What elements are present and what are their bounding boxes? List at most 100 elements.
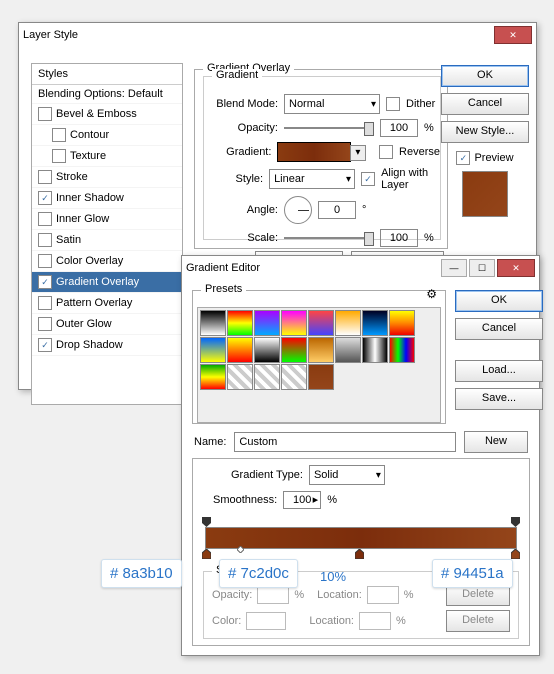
checkbox[interactable] xyxy=(38,212,52,226)
list-item[interactable]: Bevel & Emboss xyxy=(32,104,182,125)
list-item[interactable]: ✓Inner Shadow xyxy=(32,188,182,209)
checkbox[interactable] xyxy=(38,170,52,184)
preset-swatch[interactable] xyxy=(254,337,280,363)
angle-dial[interactable] xyxy=(284,196,312,224)
preset-swatch[interactable] xyxy=(389,337,415,363)
preset-swatch[interactable] xyxy=(362,310,388,336)
gradient-type-select[interactable]: Solid xyxy=(309,465,385,485)
preset-swatch[interactable] xyxy=(254,310,280,336)
angle-input[interactable]: 0 xyxy=(318,201,356,219)
align-checkbox[interactable]: ✓ xyxy=(361,172,375,186)
gradient-inner-group: Gradient Blend Mode: Normal Dither Opaci… xyxy=(203,76,441,240)
opacity-input[interactable]: 100 xyxy=(380,119,418,137)
annotation-color-2: # 7c2d0c xyxy=(219,559,298,588)
preset-swatch[interactable] xyxy=(308,364,334,390)
scale-input[interactable]: 100 xyxy=(380,229,418,247)
list-item[interactable]: ✓Drop Shadow xyxy=(32,335,182,356)
preset-swatch[interactable] xyxy=(200,310,226,336)
close-icon[interactable]: ✕ xyxy=(494,26,532,44)
save-button[interactable]: Save... xyxy=(455,388,543,410)
stop-color-swatch[interactable] xyxy=(246,612,286,630)
scale-slider[interactable] xyxy=(284,230,374,246)
preview-checkbox[interactable]: ✓ xyxy=(456,151,470,165)
list-item[interactable]: Inner Glow xyxy=(32,209,182,230)
stop-location-input[interactable] xyxy=(367,586,399,604)
preset-swatch[interactable] xyxy=(389,310,415,336)
dither-label: Dither xyxy=(406,98,435,110)
preset-swatch[interactable] xyxy=(281,364,307,390)
list-item[interactable]: Stroke xyxy=(32,167,182,188)
checkbox[interactable] xyxy=(52,149,66,163)
list-item[interactable]: Texture xyxy=(32,146,182,167)
checkbox[interactable] xyxy=(52,128,66,142)
opacity-stop-icon[interactable] xyxy=(511,517,520,527)
preset-swatch[interactable] xyxy=(281,337,307,363)
gear-icon[interactable]: ⚙ xyxy=(426,287,437,301)
gradient-bar[interactable] xyxy=(205,527,517,549)
list-item[interactable]: Color Overlay xyxy=(32,251,182,272)
blend-mode-label: Blend Mode: xyxy=(216,98,278,110)
cancel-button[interactable]: Cancel xyxy=(455,318,543,340)
list-item-selected[interactable]: ✓Gradient Overlay xyxy=(32,272,182,293)
close-icon[interactable]: ✕ xyxy=(497,259,535,277)
new-button[interactable]: New xyxy=(464,431,528,453)
preset-swatch[interactable] xyxy=(227,310,253,336)
annotation-color-3: # 94451a xyxy=(432,559,513,588)
list-item[interactable]: Outer Glow xyxy=(32,314,182,335)
list-item[interactable]: Satin xyxy=(32,230,182,251)
new-style-button[interactable]: New Style... xyxy=(441,121,529,143)
preset-swatch[interactable] xyxy=(200,337,226,363)
preset-swatch[interactable] xyxy=(200,364,226,390)
gradient-editor-title: Gradient Editor xyxy=(186,262,441,274)
checkbox[interactable]: ✓ xyxy=(38,275,52,289)
opacity-stop-icon[interactable] xyxy=(202,517,211,527)
maximize-icon[interactable]: ☐ xyxy=(469,259,495,277)
style-select[interactable]: Linear xyxy=(269,169,355,189)
checkbox[interactable] xyxy=(38,233,52,247)
dither-checkbox[interactable] xyxy=(386,97,400,111)
preset-swatch[interactable] xyxy=(308,310,334,336)
checkbox[interactable] xyxy=(38,107,52,121)
delete-c-button[interactable]: Delete xyxy=(446,610,510,632)
stop-opacity-input[interactable] xyxy=(257,586,289,604)
list-item[interactable]: Contour xyxy=(32,125,182,146)
color-stop-icon[interactable] xyxy=(511,549,520,559)
cancel-button[interactable]: Cancel xyxy=(441,93,529,115)
color-stop-icon[interactable] xyxy=(355,549,364,559)
color-stop-icon[interactable] xyxy=(202,549,211,559)
checkbox[interactable]: ✓ xyxy=(38,191,52,205)
gradient-overlay-group: Gradient Overlay Gradient Blend Mode: No… xyxy=(194,69,448,249)
preset-swatch[interactable] xyxy=(308,337,334,363)
annotation-midpoint: 10% xyxy=(320,569,346,584)
midpoint-icon[interactable] xyxy=(237,546,246,556)
preset-swatch[interactable] xyxy=(227,337,253,363)
gradient-definition-group: Gradient Type: Solid Smoothness: 100▸ % … xyxy=(192,458,530,646)
opacity-slider[interactable] xyxy=(284,120,374,136)
smoothness-input[interactable]: 100▸ xyxy=(283,491,321,509)
presets-area[interactable] xyxy=(197,307,441,423)
checkbox[interactable] xyxy=(38,254,52,268)
load-button[interactable]: Load... xyxy=(455,360,543,382)
layer-style-title: Layer Style xyxy=(23,29,494,41)
name-input[interactable]: Custom xyxy=(234,432,456,452)
preset-swatch[interactable] xyxy=(362,337,388,363)
preset-swatch[interactable] xyxy=(227,364,253,390)
checkbox[interactable] xyxy=(38,317,52,331)
styles-list-header[interactable]: Styles xyxy=(32,64,182,85)
ok-button[interactable]: OK xyxy=(455,290,543,312)
list-item[interactable]: Pattern Overlay xyxy=(32,293,182,314)
minimize-icon[interactable]: — xyxy=(441,259,467,277)
stop-location-input[interactable] xyxy=(359,612,391,630)
checkbox[interactable] xyxy=(38,296,52,310)
preset-swatch[interactable] xyxy=(281,310,307,336)
blending-options-row[interactable]: Blending Options: Default xyxy=(32,85,182,104)
preset-swatch[interactable] xyxy=(335,337,361,363)
blend-mode-select[interactable]: Normal xyxy=(284,94,380,114)
preset-swatch[interactable] xyxy=(335,310,361,336)
ok-button[interactable]: OK xyxy=(441,65,529,87)
preset-swatch[interactable] xyxy=(254,364,280,390)
checkbox[interactable]: ✓ xyxy=(38,338,52,352)
stop-location-label: Location: xyxy=(309,615,354,627)
reverse-checkbox[interactable] xyxy=(379,145,393,159)
gradient-picker[interactable] xyxy=(277,142,351,162)
